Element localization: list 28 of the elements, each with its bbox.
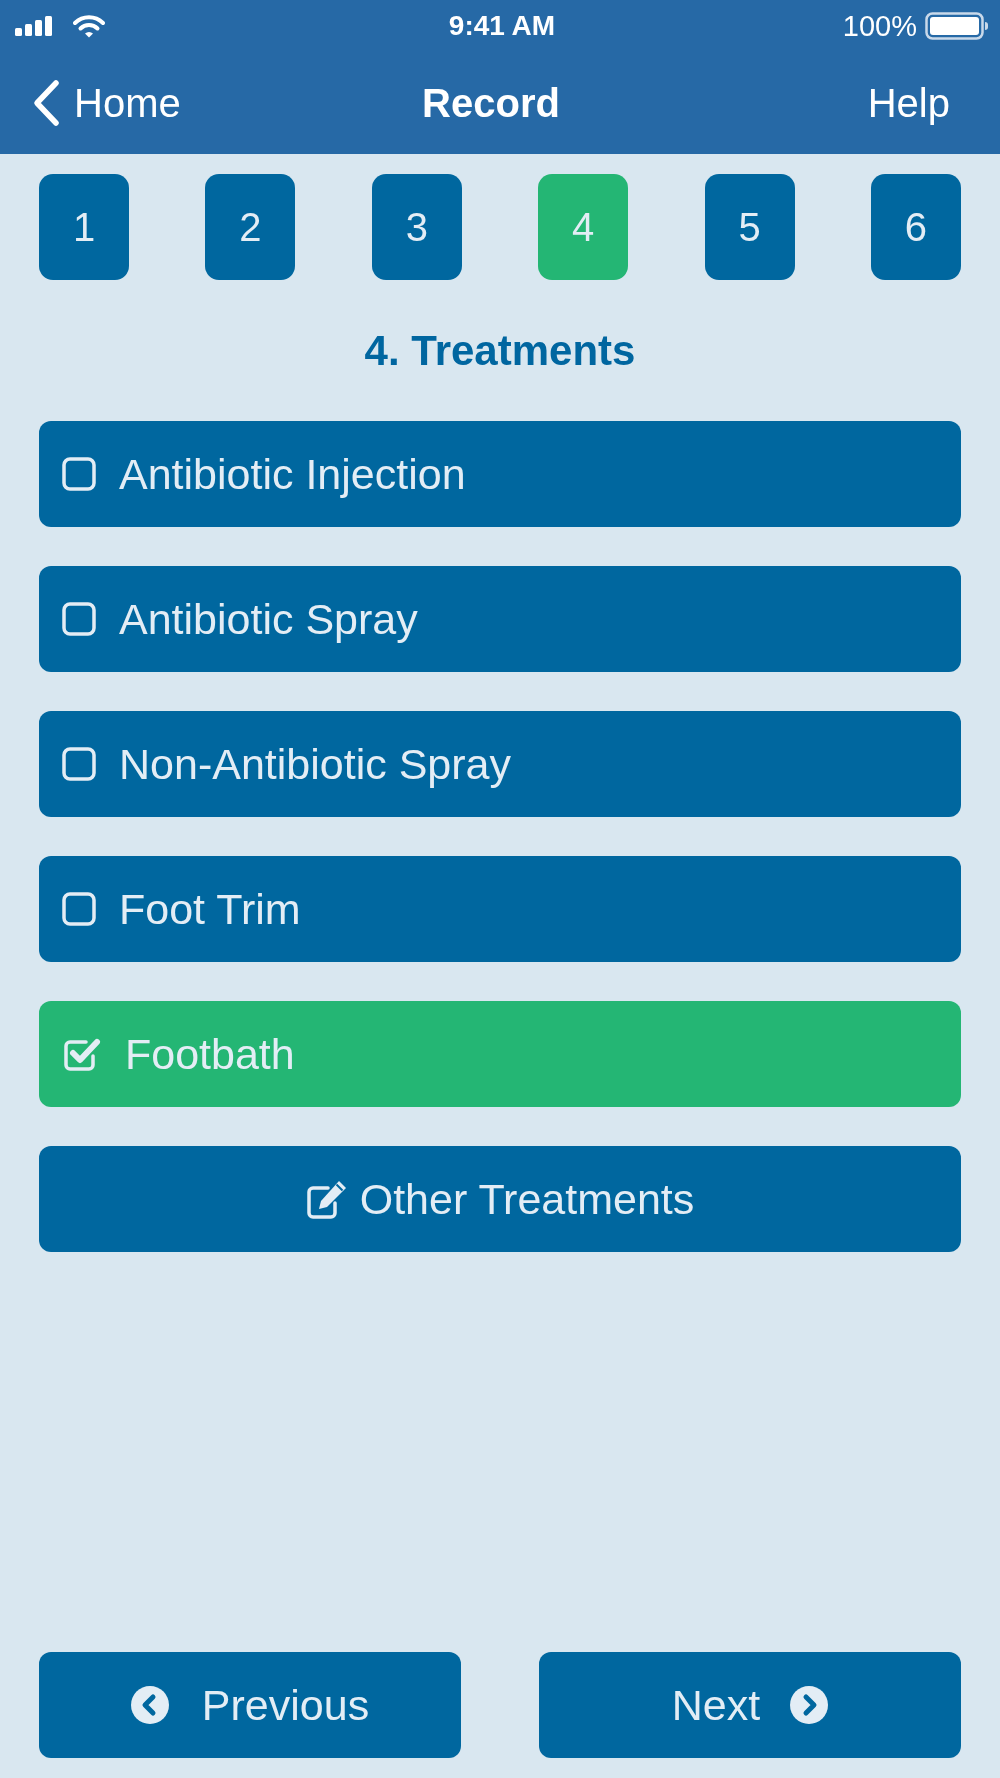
step-button[interactable]: 1	[39, 174, 129, 280]
battery-percent: 100%	[842, 9, 917, 43]
chevron-left-icon	[32, 79, 60, 127]
battery-icon	[925, 12, 989, 40]
signal-icon	[15, 16, 53, 36]
empty-checkbox-icon	[62, 457, 96, 491]
treatment-option[interactable]: Antibiotic Spray	[39, 566, 961, 672]
empty-checkbox-icon	[62, 602, 96, 636]
other-treatments-button[interactable]: Other Treatments	[39, 1146, 961, 1252]
chevron-circle-right-icon	[790, 1686, 829, 1724]
chevron-circle-left-icon	[130, 1686, 169, 1724]
step-button[interactable]: 3	[371, 174, 462, 280]
section-title: 4. Treatments	[363, 326, 637, 376]
treatment-option[interactable]: Antibiotic Injection	[39, 421, 961, 527]
back-button[interactable]: Home	[32, 79, 181, 127]
help-button[interactable]: Help	[867, 80, 950, 126]
treatment-option[interactable]: Foot Trim	[39, 856, 961, 962]
screen-title: Record	[422, 80, 560, 126]
next-button[interactable]: Next	[539, 1652, 961, 1758]
status-time: 9:41 AM	[448, 10, 556, 42]
previous-button[interactable]: Previous	[39, 1652, 461, 1758]
step-button[interactable]: 6	[870, 174, 961, 280]
wifi-icon	[73, 14, 105, 38]
empty-checkbox-icon	[62, 747, 96, 781]
step-button[interactable]: 2	[205, 174, 296, 280]
empty-checkbox-icon	[62, 892, 96, 926]
treatment-option[interactable]: Non-Antibiotic Spray	[39, 711, 961, 817]
step-button[interactable]: 5	[704, 174, 795, 280]
